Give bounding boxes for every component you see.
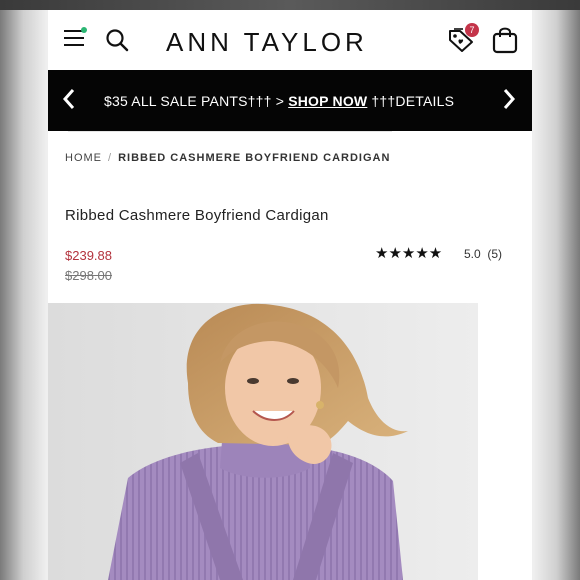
promo-text: $35 ALL SALE PANTS††† > SHOP NOW †††DETA… <box>104 93 454 109</box>
search-icon[interactable] <box>105 28 129 52</box>
rating-summary[interactable]: 5.0 (5) <box>464 247 502 261</box>
original-price: $298.00 <box>65 268 112 283</box>
promo-offer: $35 ALL SALE PANTS††† > <box>104 93 289 109</box>
shop-now-link[interactable]: SHOP NOW <box>288 93 367 109</box>
brand-logo[interactable]: ANN TAYLOR <box>166 27 368 58</box>
breadcrumb-current: RIBBED CASHMERE BOYFRIEND CARDIGAN <box>118 152 391 164</box>
divider <box>68 131 392 132</box>
review-count: (5) <box>487 247 503 261</box>
promo-banner: $35 ALL SALE PANTS††† > SHOP NOW †††DETA… <box>48 70 532 131</box>
site-header: ANN TAYLOR 7 <box>48 10 532 70</box>
mobile-page: ANN TAYLOR 7 $35 ALL SALE PANTS††† > SHO… <box>48 10 532 580</box>
chevron-left-icon[interactable] <box>60 87 78 111</box>
shopping-bag-icon[interactable] <box>492 26 518 54</box>
sale-price: $239.88 <box>65 248 112 263</box>
breadcrumb: HOME / RIBBED CASHMERE BOYFRIEND CARDIGAN <box>65 152 390 164</box>
rating-stars[interactable]: ★★★★★ <box>375 244 442 262</box>
product-image[interactable] <box>48 303 478 580</box>
model-photo-illustration <box>48 303 478 580</box>
breadcrumb-home[interactable]: HOME <box>65 152 102 164</box>
wishlist-count-badge: 7 <box>465 23 479 37</box>
top-background-band <box>0 0 580 10</box>
rating-value: 5.0 <box>464 247 481 261</box>
product-title: Ribbed Cashmere Boyfriend Cardigan <box>65 207 329 224</box>
chevron-right-icon[interactable] <box>500 87 518 111</box>
notification-dot <box>81 27 87 33</box>
promo-details-link[interactable]: †††DETAILS <box>367 93 454 109</box>
breadcrumb-separator: / <box>108 152 113 164</box>
